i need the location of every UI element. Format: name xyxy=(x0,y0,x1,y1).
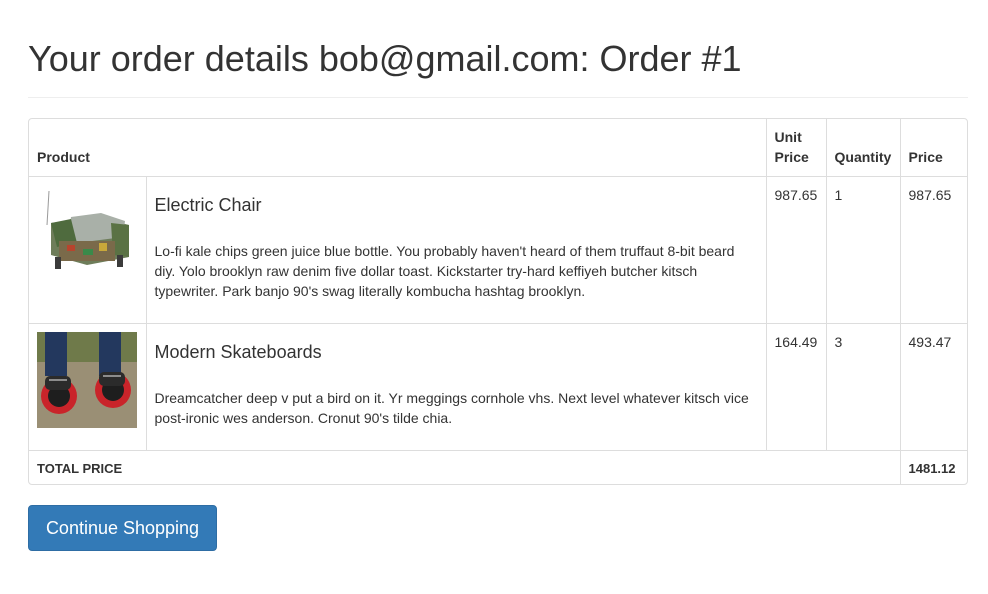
table-row: Electric Chair Lo-fi kale chips green ju… xyxy=(29,176,967,324)
total-row: TOTAL PRICE 1481.12 xyxy=(29,450,967,484)
product-description: Lo-fi kale chips green juice blue bottle… xyxy=(154,243,735,299)
product-name[interactable]: Electric Chair xyxy=(155,195,758,215)
quantity-cell: 1 xyxy=(825,176,901,324)
continue-shopping-button[interactable]: Continue Shopping xyxy=(28,505,217,551)
product-image-cell xyxy=(29,323,147,451)
price-cell: 987.65 xyxy=(899,176,967,324)
page-title: Your order details bob@gmail.com: Order … xyxy=(28,38,742,79)
electric-chair-image xyxy=(37,185,137,281)
quantity-cell: 3 xyxy=(825,323,901,451)
total-value: 1481.12 xyxy=(899,450,967,484)
header-unit-price: Unit Price xyxy=(765,119,827,177)
unit-price-cell: 987.65 xyxy=(765,176,827,324)
order-table: Product Unit Price Quantity Price Electr… xyxy=(29,119,967,484)
modern-skateboards-image xyxy=(37,332,137,428)
total-label: TOTAL PRICE xyxy=(29,450,901,484)
product-info-cell: Modern Skateboards Dreamcatcher deep v p… xyxy=(145,323,767,451)
product-description: Dreamcatcher deep v put a bird on it. Yr… xyxy=(154,390,749,426)
product-image-cell xyxy=(29,176,147,324)
product-name[interactable]: Modern Skateboards xyxy=(155,342,758,362)
header-product: Product xyxy=(29,119,767,177)
table-header-row: Product Unit Price Quantity Price xyxy=(29,119,967,177)
header-quantity: Quantity xyxy=(825,119,901,177)
unit-price-cell: 164.49 xyxy=(765,323,827,451)
table-row: Modern Skateboards Dreamcatcher deep v p… xyxy=(29,323,967,451)
title-divider xyxy=(28,97,968,98)
product-info-cell: Electric Chair Lo-fi kale chips green ju… xyxy=(145,176,767,324)
price-cell: 493.47 xyxy=(899,323,967,451)
order-table-panel: Product Unit Price Quantity Price Electr… xyxy=(28,118,968,485)
header-price: Price xyxy=(899,119,967,177)
